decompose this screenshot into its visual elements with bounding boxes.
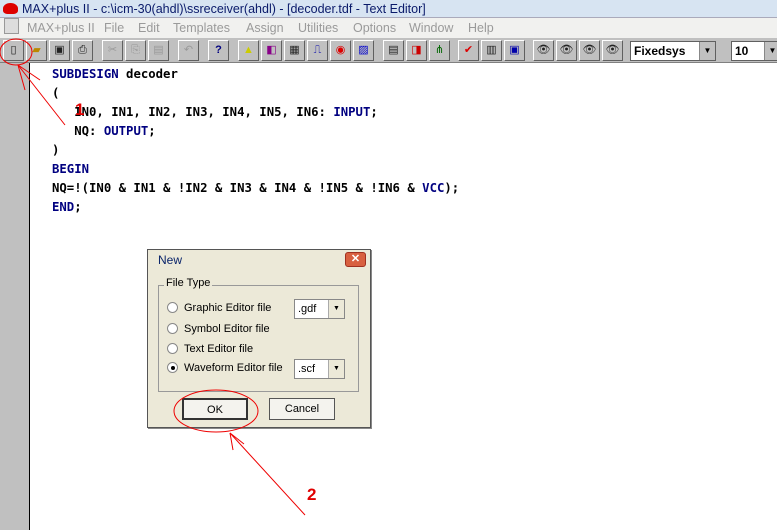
- document-menu-icon[interactable]: [4, 18, 19, 34]
- eye-wire-button[interactable]: 👁: [579, 40, 600, 61]
- option-label: Graphic Editor file: [184, 302, 272, 314]
- menu-assign[interactable]: Assign: [246, 18, 284, 38]
- radio-circle: [167, 302, 178, 313]
- option-label: Waveform Editor file: [184, 362, 283, 374]
- paste-button[interactable]: ▤: [148, 40, 169, 61]
- code-line: END;: [52, 200, 82, 214]
- menu-options[interactable]: Options: [353, 18, 396, 38]
- radio-text-editor[interactable]: Text Editor file: [167, 343, 253, 356]
- code-line: (: [52, 86, 60, 100]
- open-editor-button[interactable]: ◧: [261, 40, 282, 61]
- code-line: NQ=!(IN0 & IN1 & !IN2 & IN3 & IN4 & !IN5…: [52, 181, 460, 195]
- code-line: ): [52, 143, 60, 157]
- menu-help[interactable]: Help: [468, 18, 494, 38]
- hierarchy-display-button[interactable]: ▤: [383, 40, 404, 61]
- radio-circle-selected: [167, 362, 178, 373]
- help-pointer-button[interactable]: ?: [208, 40, 229, 61]
- scf-value: .scf: [298, 363, 316, 375]
- cut-button[interactable]: ✂: [102, 40, 123, 61]
- close-icon[interactable]: ✕: [345, 252, 366, 267]
- menu-maxplus[interactable]: MAX+plus II: [27, 18, 95, 38]
- hierarchy-up-button[interactable]: ▲: [238, 40, 259, 61]
- option-label: Text Editor file: [184, 343, 254, 355]
- file-type-label: File Type: [164, 277, 213, 289]
- toolbar: ▯ ▰ ▣ ⎙ ✂ ⎘ ▤ ↶ ? ▲ ◧ ▦ ⎍ ◉ ▨ ▤ ◨ ⋔ ✔ ▥ …: [0, 38, 777, 63]
- editor-gutter: [0, 63, 30, 530]
- new-dialog: New ✕ File Type Graphic Editor file Symb…: [147, 249, 371, 428]
- compiler-button[interactable]: ✔: [458, 40, 479, 61]
- timing-button[interactable]: ◉: [330, 40, 351, 61]
- code-editor[interactable]: SUBDESIGN decoder ( IN0, IN1, IN2, IN3, I…: [52, 65, 459, 217]
- gdf-select[interactable]: .gdf ▼: [294, 299, 345, 319]
- chevron-down-icon: ▼: [328, 300, 344, 318]
- code-line: IN0, IN1, IN2, IN3, IN4, IN5, IN6: INPUT…: [52, 105, 378, 119]
- simulator-button[interactable]: ▥: [481, 40, 502, 61]
- code-line: BEGIN: [52, 162, 90, 176]
- annotation-2: 2: [307, 485, 317, 504]
- menu-window[interactable]: Window: [409, 18, 453, 38]
- radio-symbol-editor[interactable]: Symbol Editor file: [167, 323, 270, 336]
- simulate-button[interactable]: ▨: [353, 40, 374, 61]
- chevron-down-icon: ▼: [764, 42, 777, 60]
- cancel-button[interactable]: Cancel: [269, 398, 335, 420]
- gdf-value: .gdf: [298, 303, 317, 315]
- menu-templates[interactable]: Templates: [173, 18, 230, 38]
- annotation-arrowhead: [229, 432, 245, 445]
- option-label: Symbol Editor file: [184, 323, 270, 335]
- timing-analyzer-button[interactable]: ▣: [504, 40, 525, 61]
- code-line: NQ: OUTPUT;: [52, 124, 156, 138]
- annotation-1: 1: [75, 100, 85, 119]
- radio-circle: [167, 343, 178, 354]
- scf-select[interactable]: .scf ▼: [294, 359, 345, 379]
- radio-circle: [167, 323, 178, 334]
- font-size-select[interactable]: 10 ▼: [731, 41, 777, 61]
- window-title: MAX+plus II - c:\icm-30(ahdl)\ssreceiver…: [22, 2, 426, 16]
- eye-ba-button[interactable]: 👁: [556, 40, 577, 61]
- ok-button[interactable]: OK: [182, 398, 248, 420]
- undo-button[interactable]: ↶: [178, 40, 199, 61]
- annotation-line: [229, 432, 306, 516]
- code-line: SUBDESIGN decoder: [52, 67, 178, 81]
- title-bar: MAX+plus II - c:\icm-30(ahdl)\ssreceiver…: [0, 0, 777, 18]
- font-select[interactable]: Fixedsys ▼: [630, 41, 716, 61]
- copy-button[interactable]: ⎘: [125, 40, 146, 61]
- eye-pin-button[interactable]: 👁: [602, 40, 623, 61]
- chevron-down-icon: ▼: [699, 42, 715, 60]
- save-button[interactable]: ▣: [49, 40, 70, 61]
- print-button[interactable]: ⎙: [72, 40, 93, 61]
- annotation-arrowhead: [229, 432, 234, 451]
- menu-utilities[interactable]: Utilities: [298, 18, 338, 38]
- chevron-down-icon: ▼: [328, 360, 344, 378]
- new-file-button[interactable]: ▯: [3, 40, 24, 61]
- hierarchy-tree-button[interactable]: ⋔: [429, 40, 450, 61]
- menu-bar: MAX+plus II File Edit Templates Assign U…: [0, 18, 777, 38]
- floorplan-editor-button[interactable]: ◨: [406, 40, 427, 61]
- waveform-button[interactable]: ⎍: [307, 40, 328, 61]
- menu-file[interactable]: File: [104, 18, 124, 38]
- font-size-value: 10: [735, 44, 749, 58]
- font-value: Fixedsys: [634, 44, 686, 58]
- floorplan-button[interactable]: ▦: [284, 40, 305, 61]
- app-icon: [3, 3, 18, 14]
- radio-graphic-editor[interactable]: Graphic Editor file: [167, 302, 271, 315]
- eye-a-button[interactable]: 👁: [533, 40, 554, 61]
- dialog-title: New: [148, 250, 370, 271]
- radio-waveform-editor[interactable]: Waveform Editor file: [167, 362, 283, 375]
- open-button[interactable]: ▰: [26, 40, 47, 61]
- menu-edit[interactable]: Edit: [138, 18, 160, 38]
